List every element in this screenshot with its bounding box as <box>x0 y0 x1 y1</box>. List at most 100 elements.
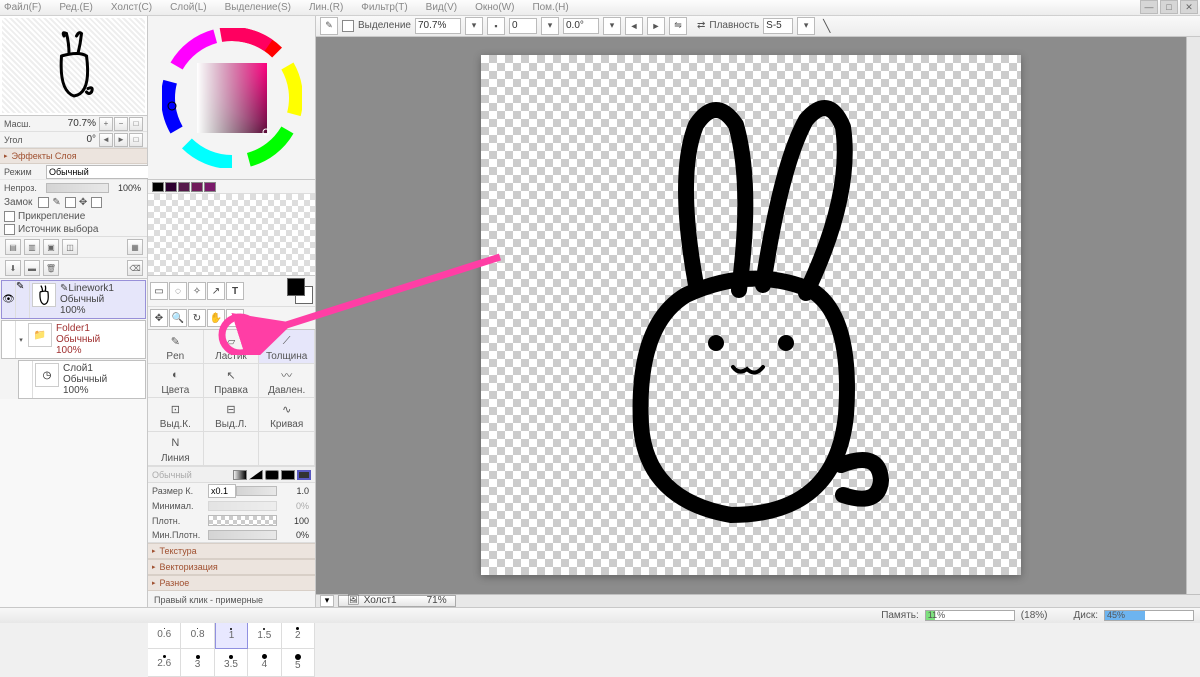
texture-section[interactable]: Текстура <box>148 543 315 559</box>
mindensity-slider[interactable] <box>208 530 277 540</box>
stroke-preset-selected[interactable]: 1 <box>215 621 248 649</box>
value-a-dropdown[interactable]: ▾ <box>541 17 559 35</box>
canvas-tab[interactable]: 🖼 Холст1 71% <box>338 595 456 607</box>
hand-tool[interactable]: ✋ <box>207 309 225 327</box>
preset-colors[interactable]: ◐Цвета <box>148 364 204 398</box>
new-vector-layer-button[interactable]: ▥ <box>24 239 40 255</box>
flatten-button[interactable]: ▬ <box>24 260 40 276</box>
stroke-preset[interactable]: 0.6 <box>148 621 181 649</box>
lock-move-checkbox[interactable] <box>65 197 76 208</box>
preset-thickness[interactable]: ⟋Толщина <box>259 330 315 364</box>
move-view-tool[interactable]: ✥ <box>150 309 168 327</box>
swatch[interactable] <box>165 182 177 192</box>
lock-paint-checkbox[interactable] <box>38 197 49 208</box>
vertical-scrollbar[interactable] <box>1186 37 1200 594</box>
brush-shape[interactable] <box>233 470 247 480</box>
preset-select-l[interactable]: ⊟Выд.Л. <box>204 398 260 432</box>
color-indicator[interactable] <box>287 278 313 304</box>
preset-select-k[interactable]: ⊡Выд.К. <box>148 398 204 432</box>
preset-pen[interactable]: ✎Pen <box>148 330 204 364</box>
layer-layer1[interactable]: ◷ Слой1 Обычный 100% <box>18 360 146 399</box>
brush-size-unit[interactable] <box>208 484 236 498</box>
swatch[interactable] <box>178 182 190 192</box>
brush-shape[interactable] <box>249 470 263 480</box>
toolbar-pen-icon[interactable]: ✎ <box>320 17 338 35</box>
stroke-preset[interactable]: 5 <box>282 649 315 677</box>
rot-left-button[interactable]: ◄ <box>625 17 643 35</box>
stroke-preset[interactable]: 1.5 <box>248 621 281 649</box>
text-tool[interactable]: T <box>226 282 244 300</box>
attach-checkbox[interactable] <box>4 211 15 222</box>
close-button[interactable]: ✕ <box>1180 0 1198 14</box>
lasso-tool[interactable]: ◌ <box>169 282 187 300</box>
preset-edit[interactable]: ↖Правка <box>204 364 260 398</box>
layer-linework1[interactable]: 👁 ✎ ✎Linework1 Обычный 100% <box>1 280 146 319</box>
eyedropper-tool[interactable]: ⟋ <box>226 309 244 327</box>
maximize-button[interactable]: □ <box>1160 0 1178 14</box>
zoom-field[interactable] <box>415 18 461 34</box>
zoom-tool[interactable]: 🔍 <box>169 309 187 327</box>
rot-right-button[interactable]: ► <box>647 17 665 35</box>
preset-line[interactable]: NЛиния <box>148 432 204 466</box>
menu-window[interactable]: Окно(W) <box>475 2 514 13</box>
menu-canvas[interactable]: Холст(C) <box>111 2 152 13</box>
layer-folder1[interactable]: ▾ 📁 Folder1 Обычный 100% <box>1 320 146 359</box>
source-checkbox[interactable] <box>4 224 15 235</box>
menu-filter[interactable]: Фильтр(T) <box>361 2 407 13</box>
scale-reset-button[interactable]: □ <box>129 117 143 131</box>
swatch[interactable] <box>191 182 203 192</box>
new-layer-button[interactable]: ▤ <box>5 239 21 255</box>
stroke-preset[interactable]: 2.6 <box>148 649 181 677</box>
preset-pressure[interactable]: 〰Давлен. <box>259 364 315 398</box>
brush-min-slider[interactable] <box>208 501 277 511</box>
color-wheel[interactable] <box>148 16 315 180</box>
rect-select-tool[interactable]: ▭ <box>150 282 168 300</box>
zoom-dropdown-button[interactable]: ▾ <box>465 17 483 35</box>
swatch[interactable] <box>204 182 216 192</box>
move-tool[interactable]: ↗ <box>207 282 225 300</box>
selection-checkbox[interactable] <box>342 20 354 32</box>
smoothness-dropdown[interactable]: ▾ <box>797 17 815 35</box>
scale-minus-button[interactable]: − <box>114 117 128 131</box>
menu-edit[interactable]: Ред.(E) <box>59 2 93 13</box>
vector-section[interactable]: Векторизация <box>148 559 315 575</box>
misc-section[interactable]: Разное <box>148 575 315 591</box>
rotation-field[interactable] <box>563 18 599 34</box>
minimize-button[interactable]: — <box>1140 0 1158 14</box>
layer-visibility-icon[interactable]: 👁 <box>2 281 16 318</box>
tab-list-button[interactable]: ▾ <box>320 595 334 607</box>
preset-empty[interactable] <box>259 432 315 466</box>
menu-view[interactable]: Вид(V) <box>426 2 457 13</box>
new-folder-button[interactable]: ▣ <box>43 239 59 255</box>
menu-file[interactable]: Файл(F) <box>4 2 41 13</box>
density-slider[interactable] <box>208 515 277 526</box>
lock-alpha-checkbox[interactable] <box>91 197 102 208</box>
menu-layer[interactable]: Слой(L) <box>170 2 207 13</box>
scale-plus-button[interactable]: + <box>99 117 113 131</box>
stroke-preset[interactable]: 0.8 <box>181 621 214 649</box>
layer-effects-header[interactable]: Эффекты Слоя <box>0 148 147 164</box>
folder-collapse-icon[interactable]: ▾ <box>16 321 26 358</box>
smoothness-field[interactable] <box>763 18 793 34</box>
horizontal-scrollbar[interactable]: ▾ 🖼 Холст1 71% <box>316 594 1200 607</box>
preset-empty[interactable] <box>204 432 260 466</box>
rotate-view-tool[interactable]: ↻ <box>188 309 206 327</box>
stroke-preset[interactable]: 4 <box>248 649 281 677</box>
preset-curve[interactable]: ∿Кривая <box>259 398 315 432</box>
layer-options-button[interactable]: ▦ <box>127 239 143 255</box>
swatch[interactable] <box>152 182 164 192</box>
canvas-viewport[interactable] <box>316 37 1186 594</box>
rotation-dropdown[interactable]: ▾ <box>603 17 621 35</box>
layer-visibility-icon[interactable] <box>2 321 16 358</box>
merge-down-button[interactable]: ⬇ <box>5 260 21 276</box>
brush-shape-selected[interactable] <box>297 470 311 480</box>
angle-reset-button[interactable]: □ <box>129 133 143 147</box>
stroke-preset[interactable]: 3.5 <box>215 649 248 677</box>
menu-help[interactable]: Пом.(H) <box>532 2 568 13</box>
value-a-field[interactable] <box>509 18 537 34</box>
navigator-preview[interactable] <box>0 16 147 116</box>
delete-layer-button[interactable]: 🗑 <box>43 260 59 276</box>
menu-selection[interactable]: Выделение(S) <box>225 2 291 13</box>
angle-right-button[interactable]: ► <box>114 133 128 147</box>
clear-layer-button[interactable]: ⌫ <box>127 260 143 276</box>
